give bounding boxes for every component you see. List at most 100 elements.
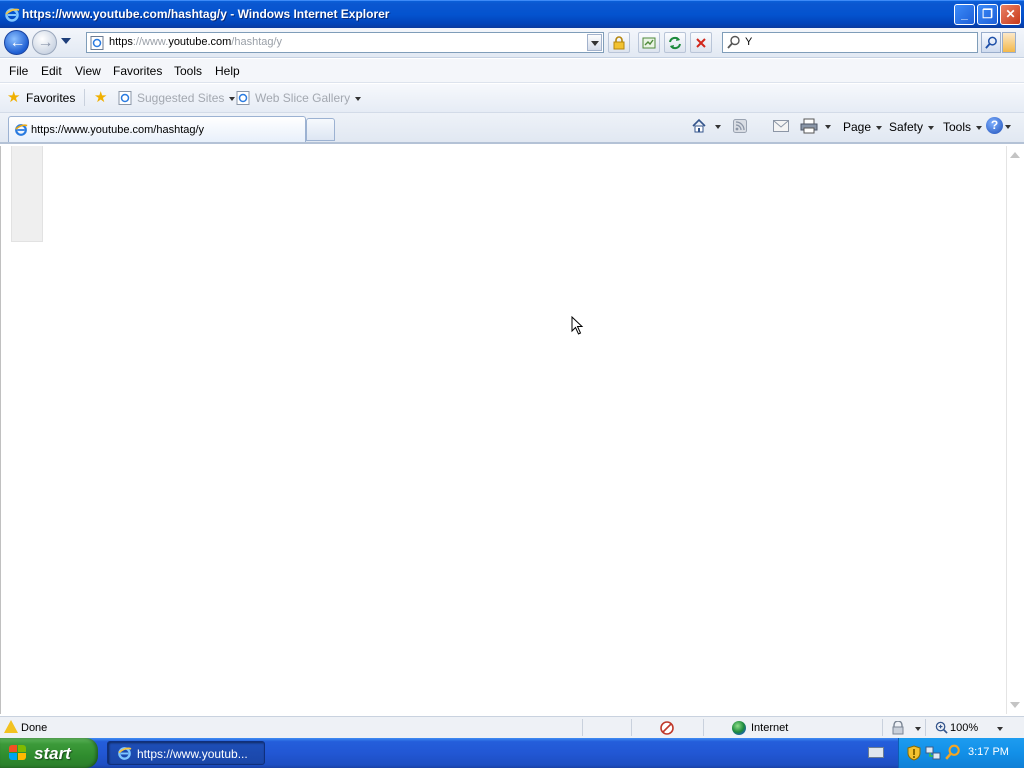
help-dropdown-icon[interactable] [1005, 125, 1011, 129]
network-icon[interactable] [925, 745, 941, 761]
url-separator: ://www. [132, 36, 169, 48]
search-button[interactable] [981, 32, 1001, 53]
zoom-dropdown-icon[interactable] [997, 727, 1003, 731]
safety-menu[interactable]: Safety [889, 120, 935, 134]
compatibility-view-icon [642, 37, 656, 49]
back-arrow-icon: ← [9, 34, 26, 51]
status-bar: Done Internet 100% [0, 716, 1024, 738]
rss-feed-icon[interactable] [733, 119, 747, 133]
security-shield-icon[interactable] [907, 745, 921, 761]
safety-menu-label: Safety [889, 120, 924, 134]
address-field[interactable]: https://www.youtube.com/hashtag/y [86, 32, 604, 53]
zoom-icon [935, 721, 948, 734]
favorites-button[interactable]: Favorites [26, 91, 75, 105]
search-options-dropdown[interactable] [1002, 32, 1016, 53]
page-content[interactable] [0, 146, 1006, 714]
warning-icon[interactable] [4, 720, 18, 733]
forward-arrow-icon: → [37, 34, 54, 51]
menu-tools[interactable]: Tools [174, 64, 202, 78]
vertical-scrollbar[interactable] [1006, 146, 1024, 714]
window-title-bar[interactable]: https://www.youtube.com/hashtag/y - Wind… [0, 0, 1024, 28]
close-button[interactable]: ✕ [1000, 4, 1021, 25]
print-dropdown-icon[interactable] [825, 125, 831, 129]
magnifier-icon [984, 36, 997, 49]
compatibility-view-button[interactable] [638, 32, 660, 53]
web-slice-gallery-link[interactable]: Web Slice Gallery [255, 91, 362, 105]
page-menu[interactable]: Page [843, 120, 883, 134]
navigation-bar: ← → https://www.youtube.com/hashtag/y Y [0, 28, 1024, 58]
favorites-bar: ★ Favorites ★ Suggested Sites Web Slice … [0, 84, 1024, 113]
internet-zone-globe-icon [732, 721, 746, 735]
search-query: Y [745, 36, 753, 48]
refresh-icon [669, 36, 681, 50]
web-slice-gallery-label: Web Slice Gallery [255, 91, 351, 105]
page-menu-label: Page [843, 120, 872, 134]
restore-button[interactable]: ❐ [977, 4, 998, 25]
start-button[interactable]: start [0, 738, 98, 768]
home-icon[interactable] [691, 118, 707, 134]
search-tray-icon[interactable] [945, 744, 961, 760]
print-icon[interactable] [800, 118, 818, 134]
chevron-down-icon [229, 96, 236, 101]
minimize-button[interactable]: _ [954, 4, 975, 25]
menu-edit[interactable]: Edit [41, 64, 62, 78]
url-path: /hashtag/y [231, 36, 283, 48]
chevron-down-icon [976, 125, 983, 130]
search-input[interactable]: Y [722, 32, 978, 53]
tab-label: https://www.youtube.com/hashtag/y [31, 124, 205, 136]
scroll-up-arrow-icon[interactable] [1010, 152, 1020, 158]
menu-help[interactable]: Help [215, 64, 240, 78]
url-domain: youtube.com [168, 36, 232, 48]
refresh-button[interactable] [664, 32, 686, 53]
menu-file[interactable]: File [9, 64, 28, 78]
status-text: Done [21, 722, 48, 734]
sidebar-placeholder [11, 146, 43, 242]
mouse-cursor-icon [571, 316, 584, 335]
protected-mode-dropdown-icon[interactable] [915, 727, 921, 731]
taskbar: start https://www.youtub... 3:17 PM [0, 738, 1024, 768]
back-button[interactable]: ← [4, 30, 29, 55]
security-zone-label[interactable]: Internet [751, 722, 788, 734]
read-mail-icon[interactable] [773, 120, 789, 132]
ie-logo-icon [5, 8, 20, 22]
keyboard-language-icon[interactable] [868, 747, 884, 758]
tab-active[interactable]: https://www.youtube.com/hashtag/y [8, 116, 306, 142]
system-tray: 3:17 PM [898, 738, 1024, 768]
zoom-level[interactable]: 100% [950, 722, 978, 734]
menu-view[interactable]: View [75, 64, 101, 78]
lock-icon [613, 36, 625, 50]
suggested-sites-link[interactable]: Suggested Sites [137, 91, 236, 105]
chevron-down-icon [355, 96, 362, 101]
clock[interactable]: 3:17 PM [968, 746, 1009, 758]
stop-button[interactable] [690, 32, 712, 53]
taskbar-item-label: https://www.youtub... [137, 747, 248, 761]
chevron-down-icon [876, 125, 883, 130]
tools-menu[interactable]: Tools [943, 120, 983, 134]
window-title: https://www.youtube.com/hashtag/y - Wind… [22, 7, 390, 21]
menu-favorites[interactable]: Favorites [113, 64, 162, 78]
forward-button[interactable]: → [32, 30, 57, 55]
suggested-sites-label: Suggested Sites [137, 91, 225, 105]
address-url: https://www.youtube.com/hashtag/y [109, 36, 282, 48]
home-dropdown-icon[interactable] [715, 125, 721, 129]
taskbar-item-ie[interactable]: https://www.youtub... [107, 741, 265, 765]
popup-blocked-icon[interactable] [659, 720, 675, 736]
tab-row: https://www.youtube.com/hashtag/y Page S… [0, 113, 1024, 144]
address-dropdown-button[interactable] [587, 34, 602, 51]
scroll-down-arrow-icon[interactable] [1010, 702, 1020, 708]
tools-menu-label: Tools [943, 120, 972, 134]
status-separator [631, 719, 632, 736]
chevron-down-icon [928, 125, 935, 130]
add-to-favorites-bar-icon[interactable]: ★ [94, 88, 107, 106]
url-scheme: https [109, 36, 133, 48]
favorites-separator [84, 89, 85, 106]
protected-mode-icon[interactable] [891, 721, 905, 735]
start-label: start [34, 744, 71, 763]
ie-page-icon [236, 91, 250, 105]
new-tab-button[interactable] [306, 118, 335, 141]
windows-logo-icon [9, 745, 27, 761]
help-icon[interactable]: ? [986, 117, 1003, 134]
search-provider-icon [727, 35, 740, 49]
security-lock-button[interactable] [608, 32, 630, 53]
recent-pages-dropdown[interactable] [61, 38, 71, 44]
